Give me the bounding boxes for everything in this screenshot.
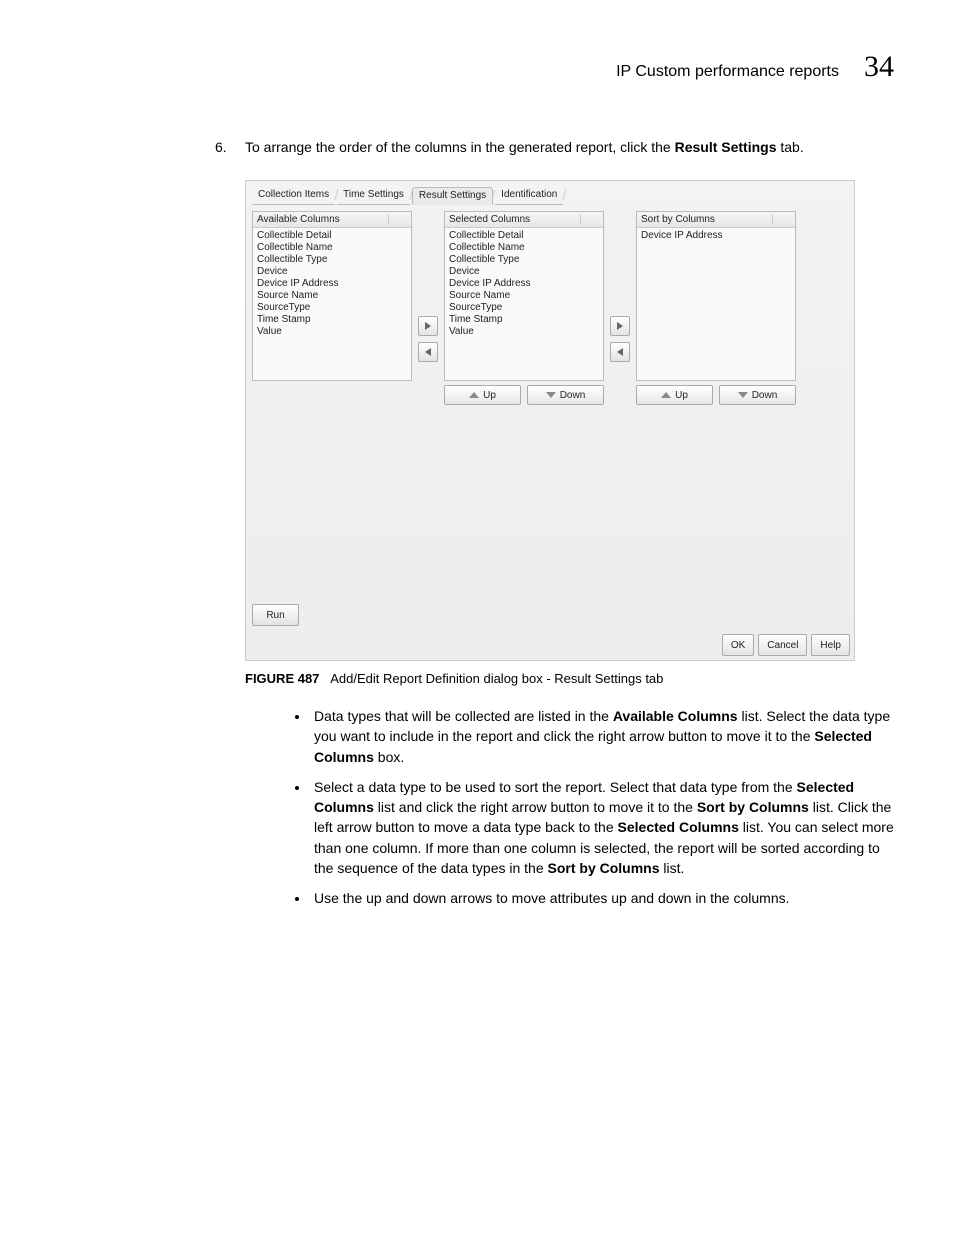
list-item[interactable]: Time Stamp <box>449 314 599 326</box>
tab-collection-items[interactable]: Collection Items <box>252 187 335 205</box>
available-columns-col: Available Columns Collectible DetailColl… <box>252 211 412 426</box>
move-right-1-button[interactable] <box>418 316 438 336</box>
run-button[interactable]: Run <box>252 604 299 626</box>
sort-by-columns-list[interactable]: Sort by Columns Device IP Address <box>636 211 796 381</box>
selected-columns-list[interactable]: Selected Columns Collectible DetailColle… <box>444 211 604 381</box>
figure-text: Add/Edit Report Definition dialog box - … <box>330 671 663 686</box>
selected-columns-col: Selected Columns Collectible DetailColle… <box>444 211 604 426</box>
list-item[interactable]: Collectible Name <box>449 242 599 254</box>
available-columns-header: Available Columns <box>257 214 340 225</box>
up-icon <box>469 392 479 398</box>
step-6: 6. To arrange the order of the columns i… <box>215 139 894 155</box>
move-left-1-button[interactable] <box>418 342 438 362</box>
arrows-1 <box>418 211 438 426</box>
chevron-right-icon <box>425 322 431 330</box>
list-item[interactable]: Collectible Name <box>257 242 407 254</box>
down-icon <box>546 392 556 398</box>
list-item[interactable]: Source Name <box>257 290 407 302</box>
bullet-3: Use the up and down arrows to move attri… <box>310 888 894 908</box>
tab-identification[interactable]: Identification <box>495 187 563 205</box>
bullet-1: Data types that will be collected are li… <box>310 706 894 767</box>
tab-time-settings[interactable]: Time Settings <box>337 187 410 205</box>
bullet-list: Data types that will be collected are li… <box>290 706 894 909</box>
available-columns-list[interactable]: Available Columns Collectible DetailColl… <box>252 211 412 381</box>
figure-caption: FIGURE 487 Add/Edit Report Definition di… <box>245 671 894 686</box>
selected-up-button[interactable]: Up <box>444 385 521 405</box>
sort-by-columns-header: Sort by Columns <box>641 214 715 225</box>
list-item[interactable]: Value <box>449 326 599 338</box>
list-item[interactable]: SourceType <box>449 302 599 314</box>
list-item[interactable]: Source Name <box>449 290 599 302</box>
tab-row: Collection Items Time Settings Result Se… <box>246 181 854 205</box>
list-item[interactable]: Device <box>449 266 599 278</box>
tab-result-settings[interactable]: Result Settings <box>412 187 493 205</box>
figure-label: FIGURE 487 <box>245 671 319 686</box>
up-icon <box>661 392 671 398</box>
step-text: To arrange the order of the columns in t… <box>245 139 804 155</box>
bullet-2: Select a data type to be used to sort th… <box>310 777 894 878</box>
sort-by-columns-col: Sort by Columns Device IP Address Up Dow… <box>636 211 796 426</box>
list-item[interactable]: Collectible Detail <box>449 230 599 242</box>
help-button[interactable]: Help <box>811 634 850 656</box>
cancel-button[interactable]: Cancel <box>758 634 807 656</box>
selected-down-button[interactable]: Down <box>527 385 604 405</box>
panel: Available Columns Collectible DetailColl… <box>246 205 854 434</box>
list-item[interactable]: Collectible Detail <box>257 230 407 242</box>
list-item[interactable]: Device <box>257 266 407 278</box>
chevron-right-icon <box>617 322 623 330</box>
list-item[interactable]: Device IP Address <box>641 230 791 242</box>
arrows-2 <box>610 211 630 426</box>
list-item[interactable]: Collectible Type <box>449 254 599 266</box>
chevron-left-icon <box>425 348 431 356</box>
blank-area <box>246 434 854 604</box>
list-item[interactable]: Device IP Address <box>257 278 407 290</box>
list-item[interactable]: Device IP Address <box>449 278 599 290</box>
chevron-left-icon <box>617 348 623 356</box>
header-title: IP Custom performance reports <box>616 63 839 81</box>
list-item[interactable]: Collectible Type <box>257 254 407 266</box>
move-left-2-button[interactable] <box>610 342 630 362</box>
sort-down-button[interactable]: Down <box>719 385 796 405</box>
sort-up-button[interactable]: Up <box>636 385 713 405</box>
down-icon <box>738 392 748 398</box>
chapter-number: 34 <box>864 50 894 84</box>
selected-columns-header: Selected Columns <box>449 214 530 225</box>
step-number: 6. <box>215 139 245 155</box>
list-item[interactable]: Time Stamp <box>257 314 407 326</box>
list-item[interactable]: Value <box>257 326 407 338</box>
move-right-2-button[interactable] <box>610 316 630 336</box>
result-settings-dialog: Collection Items Time Settings Result Se… <box>245 180 855 661</box>
ok-button[interactable]: OK <box>722 634 754 656</box>
page-header: IP Custom performance reports 34 <box>60 50 894 84</box>
dialog-button-row: OK Cancel Help <box>246 630 854 660</box>
list-item[interactable]: SourceType <box>257 302 407 314</box>
